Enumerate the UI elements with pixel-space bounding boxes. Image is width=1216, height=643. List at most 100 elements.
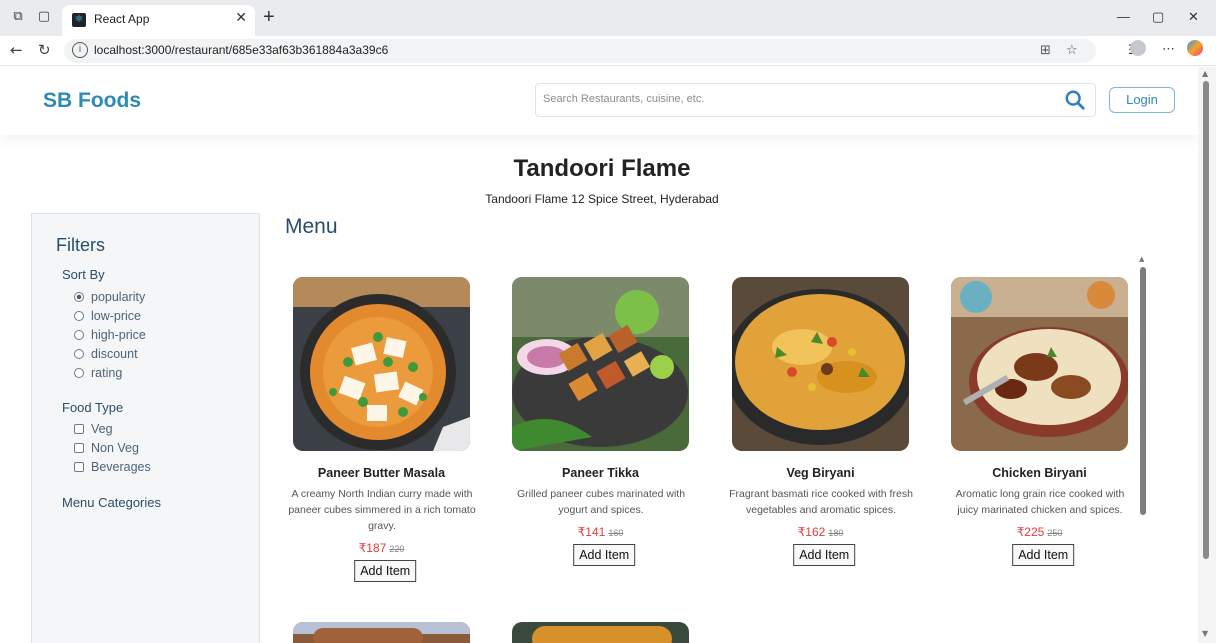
react-favicon-icon: ⚛ <box>72 13 86 27</box>
radio-icon[interactable] <box>74 311 84 321</box>
checkbox-icon[interactable] <box>74 462 84 472</box>
menu-scrollbar[interactable]: ▲ <box>1138 255 1148 643</box>
search-input[interactable] <box>543 93 1043 105</box>
page-scroll-down-icon[interactable]: ▼ <box>1202 629 1208 638</box>
food-type-text: Beverages <box>91 460 151 474</box>
menu-item-name: Paneer Butter Masala <box>317 466 446 480</box>
sort-option-popularity[interactable]: popularity <box>74 290 145 304</box>
radio-icon[interactable] <box>74 368 84 378</box>
restaurant-name: Tandoori Flame <box>513 155 691 182</box>
page-scrollbar[interactable]: ▲ ▼ <box>1198 67 1216 643</box>
sort-option-high-price[interactable]: high-price <box>74 328 146 342</box>
menu-dots-icon[interactable]: ⋯ <box>1162 42 1175 57</box>
current-price: ₹187 <box>358 541 387 555</box>
favorite-star-icon[interactable]: ☆ <box>1066 43 1078 58</box>
original-price: 180 <box>828 528 844 538</box>
menu-title: Menu <box>285 215 338 238</box>
menu-item-description: Fragrant basmati rice cooked with fresh … <box>729 488 913 516</box>
url-field[interactable]: i localhost:3000/restaurant/685e33af63b3… <box>64 39 1096 63</box>
minimize-icon[interactable]: — <box>1117 9 1130 24</box>
chicken-biryani-image <box>951 277 1128 451</box>
site-info-icon[interactable]: i <box>72 42 88 58</box>
reader-view-icon[interactable]: ⊞ <box>1040 43 1051 58</box>
menu-item-image-partial <box>293 622 470 643</box>
sort-option-rating[interactable]: rating <box>74 366 122 380</box>
login-button[interactable]: Login <box>1109 87 1175 113</box>
sort-option-low-price[interactable]: low-price <box>74 309 141 323</box>
filters-panel: Filters Sort By popularity low-price hig… <box>31 213 260 643</box>
radio-checked-icon[interactable] <box>74 292 84 302</box>
sort-option-label: low-price <box>91 309 142 323</box>
search-box <box>535 83 1096 117</box>
sort-option-label: rating <box>91 366 123 380</box>
url-text[interactable]: localhost:3000/restaurant/685e33af63b361… <box>94 43 388 57</box>
menu-item-price: ₹225 250 <box>938 525 1141 539</box>
menu-item-description: A creamy North Indian curry made with pa… <box>288 488 476 532</box>
food-type-beverages[interactable]: Beverages <box>74 460 151 474</box>
menu-item-name: Veg Biryani <box>786 466 855 480</box>
menu-item-card: Paneer Tikka Grilled paneer cubes marina… <box>499 277 697 577</box>
menu-item-card: Paneer Butter Masala A creamy North Indi… <box>280 277 478 582</box>
copilot-icon[interactable] <box>1187 40 1203 56</box>
menu-item-image-partial <box>512 622 689 643</box>
menu-item-description: Aromatic long grain rice cooked with jui… <box>955 488 1125 516</box>
restaurant-address: Tandoori Flame 12 Spice Street, Hyderaba… <box>485 192 719 206</box>
sort-option-label: discount <box>91 347 138 361</box>
search-icon[interactable] <box>1064 89 1086 111</box>
close-window-icon[interactable]: ✕ <box>1188 9 1199 25</box>
radio-icon[interactable] <box>74 330 84 340</box>
address-bar: ← ↻ i localhost:3000/restaurant/685e33af… <box>0 36 1216 66</box>
menu-item-name: Chicken Biryani <box>992 466 1087 480</box>
scroll-up-icon[interactable]: ▲ <box>1139 255 1144 263</box>
sort-by-label: Sort By <box>62 267 105 282</box>
add-item-button[interactable]: Add Item <box>573 544 636 566</box>
food-type-text: Veg <box>91 422 113 436</box>
original-price: 250 <box>1047 528 1063 538</box>
page-viewport: SB Foods Login Tandoori Flame Tandoori F… <box>0 67 1198 643</box>
browser-tab-bar: ⧉ ▢ ⚛ React App ✕ + — ▢ ✕ <box>0 0 1216 36</box>
current-price: ₹162 <box>797 525 826 539</box>
sort-option-discount[interactable]: discount <box>74 347 138 361</box>
radio-icon[interactable] <box>74 349 84 359</box>
menu-item-description: Grilled paneer cubes marinated with yogu… <box>516 488 686 516</box>
original-price: 160 <box>608 528 624 538</box>
original-price: 220 <box>389 544 405 554</box>
maximize-icon[interactable]: ▢ <box>1152 9 1164 25</box>
checkbox-icon[interactable] <box>74 443 84 453</box>
current-price: ₹225 <box>1016 525 1045 539</box>
paneer-butter-masala-image <box>293 277 470 451</box>
site-logo[interactable]: SB Foods <box>43 89 141 113</box>
add-item-button[interactable]: Add Item <box>1012 544 1075 566</box>
refresh-icon[interactable]: ↻ <box>38 41 51 59</box>
current-price: ₹141 <box>577 525 606 539</box>
food-type-veg[interactable]: Veg <box>74 422 113 436</box>
food-type-text: Non Veg <box>91 441 139 455</box>
filters-title: Filters <box>56 235 105 255</box>
profile-avatar[interactable] <box>1130 40 1146 56</box>
add-item-button[interactable]: Add Item <box>793 544 856 566</box>
veg-biryani-image <box>732 277 909 451</box>
add-item-button[interactable]: Add Item <box>354 560 417 582</box>
menu-item-card: Veg Biryani Fragrant basmati rice cooked… <box>719 277 917 577</box>
food-type-label: Food Type <box>62 400 124 415</box>
workspaces-icon[interactable]: ⧉ <box>10 9 26 25</box>
menu-item-card: Chicken Biryani Aromatic long grain rice… <box>938 277 1136 577</box>
page-scroll-up-icon[interactable]: ▲ <box>1202 69 1208 78</box>
menu-item-price: ₹187 220 <box>280 541 483 555</box>
menu-categories-label[interactable]: Menu Categories <box>62 495 161 510</box>
sort-option-label: popularity <box>91 290 146 304</box>
vertical-tabs-icon[interactable]: ▢ <box>36 9 52 25</box>
back-icon[interactable]: ← <box>10 41 23 59</box>
new-tab-button[interactable]: + <box>263 6 275 29</box>
site-header: SB Foods Login <box>0 67 1198 135</box>
paneer-tikka-image <box>512 277 689 451</box>
sort-option-label: high-price <box>91 328 146 342</box>
menu-item-price: ₹162 180 <box>719 525 922 539</box>
page-scroll-thumb[interactable] <box>1203 81 1209 559</box>
browser-tab[interactable]: ⚛ React App ✕ <box>62 5 255 36</box>
food-type-non-veg[interactable]: Non Veg <box>74 441 139 455</box>
menu-item-name: Paneer Tikka <box>562 466 639 480</box>
tab-close-icon[interactable]: ✕ <box>235 10 247 26</box>
checkbox-icon[interactable] <box>74 424 84 434</box>
menu-item-price: ₹141 160 <box>499 525 702 539</box>
